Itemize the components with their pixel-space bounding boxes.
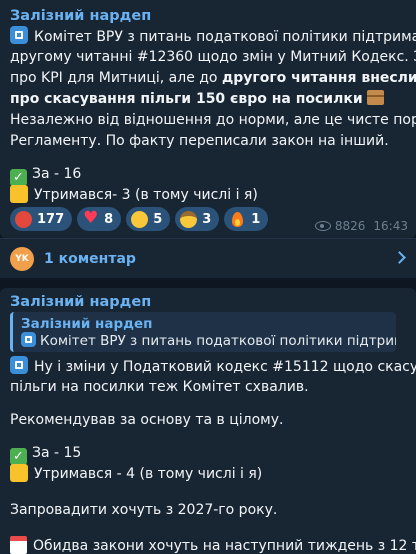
- laughing-face-icon: [131, 210, 149, 228]
- cowboy-face-icon: [180, 210, 198, 228]
- eye-icon: [314, 221, 331, 231]
- info-square-icon: [21, 332, 36, 347]
- post-text-line: пільги на посилки теж Комітет схвалив.: [10, 379, 309, 395]
- info-square-icon: [10, 356, 28, 374]
- reactions-bar: 177 8 5 3 1: [10, 207, 269, 231]
- comments-count: 1 коментар: [44, 250, 136, 267]
- angry-face-icon: [15, 210, 32, 228]
- calendar-icon: [10, 536, 27, 554]
- yellow-square-icon: [10, 185, 28, 203]
- post-text-line: другому читанні #12360 щодо змін у Митни…: [10, 49, 416, 65]
- avatar: YK: [10, 246, 34, 271]
- channel-post: Залізний нардеп Комітет ВРУ з питань под…: [0, 0, 416, 238]
- reply-text: Комітет ВРУ з питань податкової політики…: [21, 332, 396, 351]
- heart-icon: [82, 210, 99, 228]
- vote-for-line: ✓ За - 15: [10, 443, 408, 465]
- reaction-laugh[interactable]: 5: [126, 207, 171, 231]
- vote-abstain-line: Утримався- 3 (в тому числі і я): [10, 185, 408, 206]
- post-text-line: Регламенту. По факту переписали закон на…: [10, 133, 389, 149]
- channel-name[interactable]: Залізний нардеп: [10, 8, 151, 24]
- reaction-cowboy[interactable]: 3: [175, 207, 220, 231]
- post-meta: 8826 16:43: [314, 219, 408, 233]
- reply-quote[interactable]: Залізний нардеп Комітет ВРУ з питань под…: [10, 312, 396, 352]
- comments-button[interactable]: YK 1 коментар: [0, 238, 416, 278]
- package-icon: [366, 90, 384, 105]
- post-text-line: Запровадити хочуть з 2027-го року.: [10, 502, 278, 518]
- post-text-line: Обидва закони хочуть на наступний тижден…: [10, 536, 416, 554]
- post-time: 16:43: [373, 219, 408, 233]
- vote-abstain-line: Утримався - 4 (в тому числі і я): [10, 464, 408, 485]
- yellow-square-icon: [10, 464, 28, 482]
- check-mark-icon: ✓: [10, 448, 27, 465]
- reaction-heart[interactable]: 8: [77, 207, 122, 231]
- chevron-right-icon: [393, 251, 406, 264]
- vote-for-line: ✓ За - 16: [10, 164, 408, 186]
- post-text-line: Незалежно від відношення до норми, але ц…: [10, 112, 416, 128]
- post-text-line: про скасування пільги 150 євро на посилк…: [10, 89, 408, 110]
- reaction-fire[interactable]: 1: [224, 207, 269, 231]
- post-text-line: Ну і зміни у Податковий кодекс #15112 що…: [10, 356, 416, 378]
- fire-icon: [229, 211, 246, 228]
- info-square-icon: [10, 26, 28, 44]
- view-count: 8826: [334, 219, 366, 233]
- reply-author: Залізний нардеп: [21, 316, 153, 332]
- check-mark-icon: ✓: [10, 169, 27, 186]
- channel-feed: Залізний нардеп Комітет ВРУ з питань под…: [0, 0, 416, 554]
- post-text-line: Комітет ВРУ з питань податкової політики…: [10, 26, 416, 48]
- post-text-line: Рекомендував за основу та в цілому.: [10, 412, 284, 428]
- reaction-angry[interactable]: 177: [10, 207, 73, 231]
- post-text-line: про KPI для Митниці, але до другого чита…: [10, 70, 416, 86]
- channel-name[interactable]: Залізний нардеп: [10, 294, 151, 310]
